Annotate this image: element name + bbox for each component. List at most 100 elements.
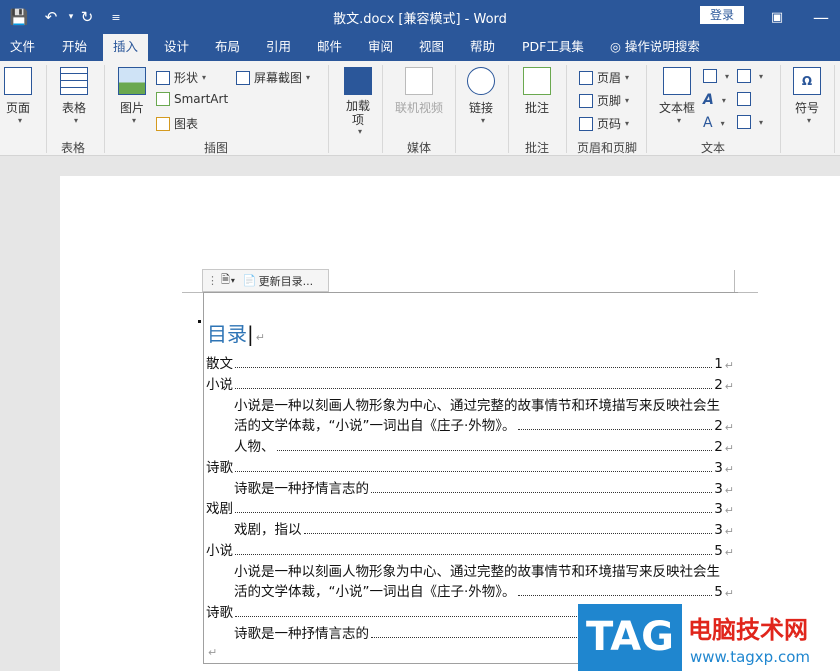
footer-button[interactable]: 页脚 ▾ [579,92,629,109]
toc-content-control-toolbar: ⋮ 🗎 ▾ 📄 更新目录... [202,269,329,292]
toc-entry[interactable]: 诗歌 3 ↵ [206,456,734,476]
toc-entry[interactable]: 人物、 2 ↵ [234,435,734,455]
screenshot-icon [236,70,250,85]
toc-menu-caret-icon[interactable]: ▾ [231,276,235,285]
tab-references[interactable]: 引用 [256,34,301,61]
header-icon [579,70,593,85]
textbox-button[interactable]: 文本框 ▾ [658,67,696,125]
tab-review[interactable]: 审阅 [358,34,403,61]
comment-label: 批注 [524,101,549,115]
header-button[interactable]: 页眉 ▾ [579,69,629,86]
group-divider [328,65,329,153]
online-video-label: 联机视频 [394,101,443,115]
drag-handle-icon[interactable]: ⋮ [207,274,218,287]
group-divider [104,65,105,153]
ribbon-tabs: 文件 开始 插入 设计 布局 引用 邮件 审阅 视图 帮助 PDF工具集 ◎ 操… [0,34,840,61]
toc-entry[interactable]: 活的文学体裁，“小说”一词出自《庄子·外物》。 2 ↵ [234,414,734,434]
toc-leader-dots [371,492,713,493]
table-button[interactable]: 表格 ▾ [58,67,90,125]
group-divider [382,65,383,153]
picture-button[interactable]: 图片 ▾ [117,67,147,125]
lightbulb-icon: ◎ [610,39,625,54]
symbol-button[interactable]: Ω 符号 ▾ [792,67,822,125]
link-button[interactable]: 链接 ▾ [466,67,496,125]
paragraph-mark: ↵ [724,442,734,455]
tell-me-search[interactable]: ◎ 操作说明搜索 [600,34,710,61]
toc-menu-icon[interactable]: 🗎 [221,271,230,290]
textbox-icon [663,67,691,95]
toc-leader-dots [235,471,713,472]
drop-cap-button[interactable]: A ▾ [703,115,725,131]
wordart-button[interactable]: A ▾ [703,92,726,108]
screenshot-button[interactable]: 屏幕截图 ▾ [236,69,310,86]
group-label-table: 表格 [60,141,85,155]
ribbon-display-options-icon[interactable]: ▣ [766,6,788,28]
toc-entry-page: 3 [714,522,723,538]
shape-button[interactable]: 形状 ▾ [156,69,206,86]
toc-entry[interactable]: 戏剧 3 ↵ [206,497,734,517]
toc-entry[interactable]: 活的文学体裁，“小说”一词出自《庄子·外物》。 5 ↵ [234,580,734,600]
title-bar: 💾 ↶ ▾ ↻ ≡ 散文.docx [兼容模式] - Word 登录 ▣ — [0,0,840,34]
page-button[interactable]: 页面 ▾ [4,67,32,125]
minimize-icon[interactable]: — [810,6,832,28]
paragraph-mark: ↵ [724,421,734,434]
tab-help[interactable]: 帮助 [460,34,505,61]
group-label-comments: 批注 [524,141,549,155]
object-icon [737,115,751,129]
toc-entry[interactable]: 戏剧，指以 3 ↵ [234,518,734,538]
toc-entry[interactable]: 诗歌是一种抒情言志的 3 ↵ [234,477,734,497]
toc-entry[interactable]: 小说 2 ↵ [206,373,734,393]
table-label: 表格 [61,101,86,115]
toc-entry-page: 3 [714,460,723,476]
comment-button[interactable]: 批注 [522,67,552,116]
tab-view[interactable]: 视图 [409,34,454,61]
update-toc-button[interactable]: 更新目录... [259,273,314,289]
tab-mailings[interactable]: 邮件 [307,34,352,61]
chart-button[interactable]: 图表 [156,115,198,132]
tab-pdf-tools[interactable]: PDF工具集 [512,34,594,61]
smartart-label: SmartArt [174,92,229,106]
login-button[interactable]: 登录 [700,6,744,24]
toc-leader-dots [517,595,713,596]
tab-insert[interactable]: 插入 [103,34,149,61]
tab-design[interactable]: 设计 [154,34,199,61]
date-time-button[interactable] [737,92,755,106]
watermark-logo: TAG [578,604,682,671]
page-icon [4,67,32,95]
group-divider [566,65,567,153]
page-number-label: 页码 [597,117,622,131]
tab-home[interactable]: 开始 [52,34,97,61]
online-video-button[interactable]: 联机视频 [393,67,445,116]
toc-title: 目录| ↵ [207,318,265,347]
paragraph-mark: ↵ [724,380,734,393]
header-caret-icon: ▾ [625,73,630,82]
signature-line-button[interactable]: ▾ [737,69,763,83]
addins-caret-icon: ▾ [357,127,362,136]
addins-icon [344,67,372,95]
margin-mark [182,292,203,293]
paragraph-mark: ↵ [724,484,734,497]
paragraph-mark: ↵ [724,546,734,559]
group-divider [646,65,647,153]
omega-icon: Ω [793,67,821,95]
addins-button[interactable]: 加载项 ▾ [343,67,373,136]
toc-entry-text: 活的文学体裁，“小说”一词出自《庄子·外物》。 [234,418,516,434]
paragraph-mark: ↵ [724,504,734,517]
page-number-button[interactable]: 页码 ▾ [579,115,629,132]
toc-entry-page: 2 [714,377,723,393]
tab-file[interactable]: 文件 [0,34,45,61]
toc-leader-dots [303,533,713,534]
picture-label: 图片 [119,101,144,115]
toc-entry[interactable]: 小说 5 ↵ [206,539,734,559]
tab-layout[interactable]: 布局 [205,34,250,61]
quick-parts-button[interactable]: ▾ [703,69,729,83]
quick-parts-icon [703,69,717,83]
object-button[interactable]: ▾ [737,115,763,129]
smartart-button[interactable]: SmartArt [156,92,228,106]
footer-caret-icon: ▾ [625,96,630,105]
chart-label: 图表 [174,117,199,131]
group-divider [508,65,509,153]
paragraph-mark: ↵ [724,525,734,538]
textbox-label: 文本框 [658,101,695,115]
toc-entry[interactable]: 散文 1 ↵ [206,352,734,372]
